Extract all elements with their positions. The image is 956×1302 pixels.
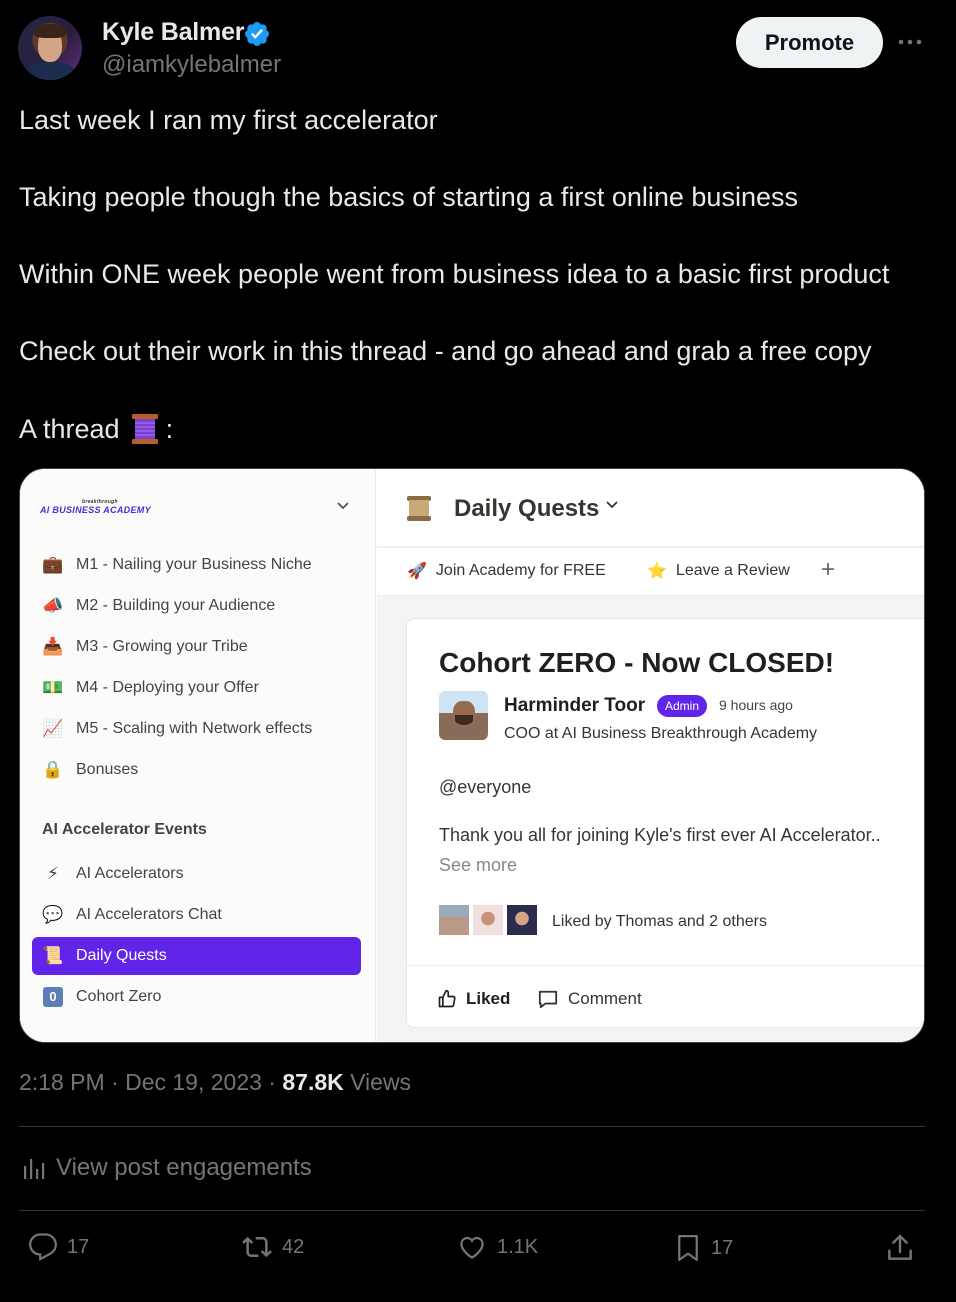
chevron-down-icon[interactable] [336, 501, 350, 511]
zero-keycap-icon: 0 [40, 986, 66, 1008]
bookmark-icon [678, 1235, 698, 1261]
app-sidebar: breakthrough AI BUSINESS ACADEMY 💼 M1 - N… [20, 469, 376, 1042]
channel-main: Daily Quests 🚀 Join Academy for FREE ⭐ Lea… [377, 469, 924, 1042]
post-author-role: COO at AI Business Breakthrough Academy [504, 725, 818, 742]
reply-button[interactable]: 17 [27, 1232, 89, 1262]
join-academy-link[interactable]: 🚀 Join Academy for FREE [407, 561, 606, 581]
star-icon: ⭐ [647, 563, 667, 580]
sidebar-item-m4[interactable]: 💵 M4 - Deploying your Offer [40, 670, 360, 706]
more-horizontal-icon[interactable] [894, 28, 926, 56]
lightning-icon: ⚡ [47, 864, 59, 883]
scroll-icon: 📜 [42, 946, 64, 965]
speech-bubble-icon: 💬 [42, 905, 64, 924]
sidebar-section-title: AI Accelerator Events [42, 821, 207, 838]
tweet-line-1: Last week I ran my first accelerator [19, 105, 438, 135]
divider [19, 1126, 925, 1127]
divider [19, 1210, 925, 1211]
heart-icon [460, 1236, 484, 1259]
repost-icon [242, 1236, 272, 1258]
channel-links: 🚀 Join Academy for FREE ⭐ Leave a Review + [377, 548, 924, 596]
views-count: 87.8K [282, 1069, 344, 1095]
sidebar-item-m1[interactable]: 💼 M1 - Nailing your Business Niche [40, 547, 360, 583]
tweet-line-3: Within ONE week people went from busines… [19, 259, 890, 289]
sidebar-item-m2[interactable]: 📣 M2 - Building your Audience [40, 588, 360, 624]
sidebar-item-daily-quests[interactable]: 📜 Daily Quests [40, 938, 360, 974]
liker-avatar [437, 903, 471, 937]
rocket-icon: 🚀 [407, 563, 427, 580]
view-engagements-link[interactable]: View post engagements [22, 1154, 312, 1182]
tweet-line-4: Check out their work in this thread - an… [19, 336, 872, 366]
promote-button[interactable]: Promote [736, 17, 883, 68]
money-icon: 💵 [42, 678, 64, 697]
academy-logo: breakthrough AI BUSINESS ACADEMY [40, 499, 151, 515]
megaphone-icon: 📣 [42, 596, 64, 615]
post-mention: @everyone [439, 777, 532, 797]
thread-label: A thread [19, 413, 120, 444]
post-title[interactable]: Cohort ZERO - Now CLOSED! [439, 647, 834, 679]
lock-icon: 🔒 [42, 760, 64, 779]
thread-colon: : [165, 413, 174, 444]
repost-button[interactable]: 42 [240, 1232, 304, 1262]
sidebar-item-bonuses[interactable]: 🔒 Bonuses [40, 752, 360, 788]
leave-review-link[interactable]: ⭐ Leave a Review [647, 561, 790, 581]
scroll-icon [407, 496, 431, 521]
tweet-line-2: Taking people though the basics of start… [19, 182, 798, 212]
liker-avatar [505, 903, 539, 937]
post-divider [407, 965, 924, 966]
post-time: 9 hours ago [719, 697, 793, 713]
thumbs-up-icon [438, 989, 456, 1008]
liker-avatars[interactable] [437, 903, 541, 939]
comment-button[interactable]: Comment [537, 989, 642, 1009]
tweet-line-5: A thread : [19, 412, 173, 446]
chart-icon: 📈 [42, 719, 64, 738]
sidebar-item-ai-accelerators[interactable]: ⚡ AI Accelerators [40, 856, 360, 892]
author-handle[interactable]: @iamkylebalmer [102, 51, 281, 79]
embedded-image[interactable]: breakthrough AI BUSINESS ACADEMY 💼 M1 - N… [19, 468, 925, 1043]
like-button[interactable]: 1.1K [455, 1232, 538, 1262]
chevron-down-icon[interactable] [605, 500, 619, 510]
briefcase-icon: 💼 [42, 555, 64, 574]
post-author-avatar[interactable] [439, 691, 488, 740]
post-card[interactable]: Cohort ZERO - Now CLOSED! Harminder Toor… [406, 618, 924, 1028]
tweet-timestamp[interactable]: 2:18 PM · Dec 19, 2023 · 87.8K Views [19, 1069, 411, 1096]
author-avatar[interactable] [18, 16, 82, 80]
verified-badge-icon [245, 22, 269, 46]
analytics-icon [24, 1159, 45, 1179]
comment-icon [538, 990, 558, 1009]
author-name[interactable]: Kyle Balmer [102, 18, 245, 47]
post-author-name[interactable]: Harminder Toor [504, 695, 645, 717]
channel-title[interactable]: Daily Quests [454, 495, 599, 523]
see-more-link[interactable]: See more [439, 855, 517, 876]
channel-header: Daily Quests [377, 469, 924, 547]
bookmark-button[interactable]: 17 [673, 1232, 733, 1264]
inbox-icon: 📥 [42, 637, 64, 656]
share-button[interactable] [884, 1232, 924, 1264]
liked-by-text[interactable]: Liked by Thomas and 2 others [552, 913, 767, 931]
thread-spool-icon [128, 412, 162, 446]
share-icon [888, 1234, 912, 1260]
add-link-icon[interactable]: + [821, 556, 835, 584]
liked-button[interactable]: Liked [437, 989, 510, 1009]
post-body: Thank you all for joining Kyle's first e… [439, 825, 881, 845]
sidebar-item-m3[interactable]: 📥 M3 - Growing your Tribe [40, 629, 360, 665]
sidebar-item-m5[interactable]: 📈 M5 - Scaling with Network effects [40, 711, 360, 747]
liker-avatar [471, 903, 505, 937]
admin-badge: Admin [657, 695, 708, 717]
reply-icon [29, 1233, 57, 1261]
sidebar-item-cohort-zero[interactable]: 0 Cohort Zero [40, 979, 360, 1015]
sidebar-item-ai-accelerators-chat[interactable]: 💬 AI Accelerators Chat [40, 897, 360, 933]
